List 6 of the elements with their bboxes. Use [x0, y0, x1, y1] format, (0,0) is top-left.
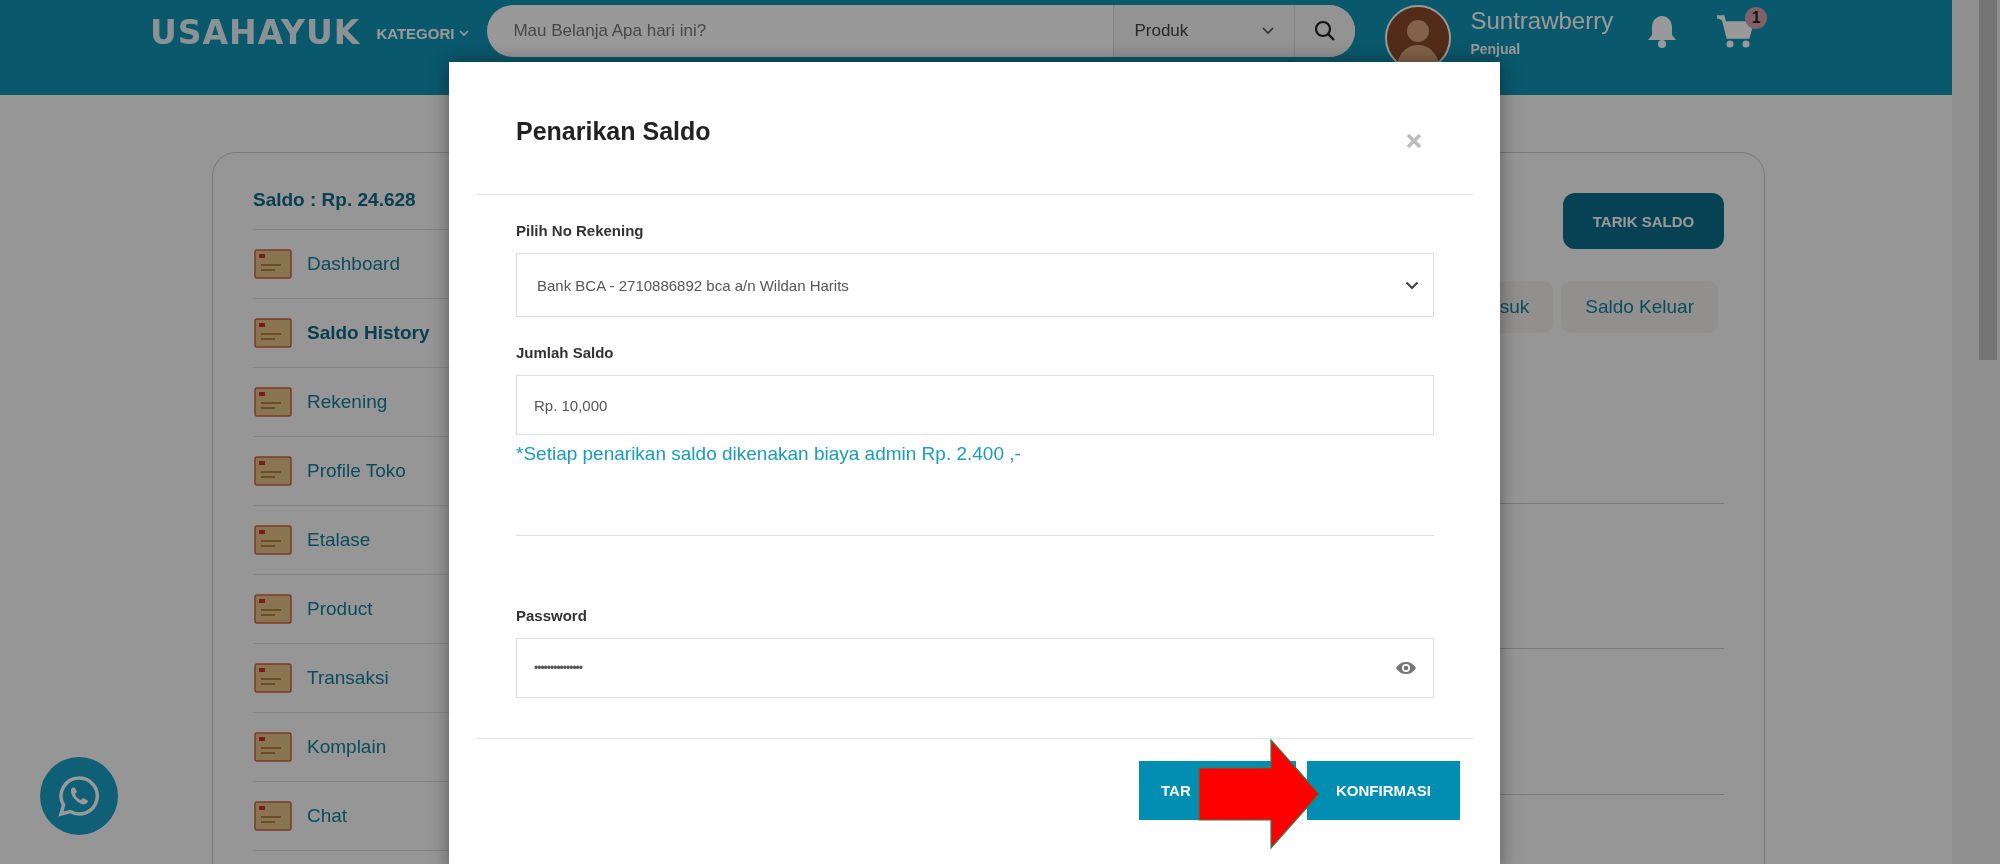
field-label: Password	[516, 607, 588, 624]
fee-note: *Setiap penarikan saldo dikenakan biaya admin Rp. 2.400 ,-	[516, 443, 1022, 465]
field-label: Jumlah Saldo	[516, 344, 615, 361]
dialog-title: Penarikan Saldo	[516, 117, 711, 146]
user-role: Penjual	[1470, 41, 1522, 57]
cart-count-badge: 1	[1745, 7, 1768, 29]
